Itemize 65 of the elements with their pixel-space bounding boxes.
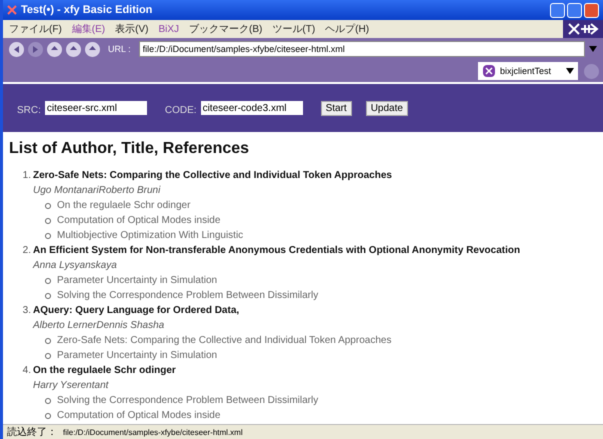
- profile-icon: [482, 64, 496, 78]
- src-label: SRC:: [17, 104, 41, 116]
- reference-text: On the regulaele Schr odinger: [57, 199, 190, 213]
- menu-item[interactable]: ヘルプ(H): [325, 22, 370, 36]
- entry-title: On the regulaele Schr odinger: [33, 364, 176, 378]
- entry-authors: Alberto LernerDennis Shasha: [33, 320, 164, 331]
- bullet-icon: [45, 218, 51, 224]
- status-label: 読込終了：: [7, 426, 57, 439]
- url-field[interactable]: file:/D:/iDocument/samples-xfybe/citeseer-html.xml: [138, 41, 585, 57]
- reference-text: Parameter Uncertainty in Simulation: [57, 274, 218, 288]
- back-button[interactable]: [9, 42, 24, 56]
- status-path: file:/D:/iDocument/samples-xfybe/citeseer-html.xml: [63, 428, 243, 436]
- entry-title: An Efficient System for Non-transferable Anonymous Credentials with Optional Anonymity Revocation: [33, 244, 520, 258]
- url-label: URL :: [108, 44, 131, 54]
- menu-item[interactable]: ブックマーク(B): [189, 22, 262, 36]
- up-button[interactable]: [47, 42, 62, 56]
- menu-item[interactable]: ツール(T): [272, 22, 316, 36]
- window-title: Test(•) - xfy Basic Edition: [21, 4, 152, 16]
- reference-text: Parameter Uncertainty in Simulation: [57, 349, 218, 363]
- home-button[interactable]: [85, 42, 100, 56]
- list-number: 4.: [22, 364, 31, 378]
- minimize-button[interactable]: [550, 2, 565, 18]
- reference-text: Computation of Optical Modes inside: [57, 409, 220, 423]
- bullet-icon: [45, 352, 51, 358]
- bullet-icon: [45, 292, 51, 298]
- maximize-button[interactable]: [567, 2, 582, 18]
- menu-item[interactable]: 編集(E): [72, 22, 106, 36]
- form-button[interactable]: Start: [320, 100, 352, 116]
- menu-item[interactable]: 表示(V): [115, 22, 148, 36]
- bullet-icon: [45, 278, 51, 284]
- code-field[interactable]: citeseer-code3.xml: [200, 101, 303, 115]
- forward-button[interactable]: [28, 42, 43, 56]
- dropdown-icon[interactable]: [589, 46, 597, 52]
- right-arrow-icon: [31, 44, 40, 54]
- reference-text: Computation of Optical Modes inside: [57, 214, 220, 228]
- caret-icon: [566, 68, 574, 74]
- menu-item[interactable]: BiXJ: [158, 24, 180, 34]
- bullet-icon: [45, 398, 51, 404]
- reference-text: Multiobjective Optimization With Linguistic: [57, 229, 244, 243]
- bullet-icon: [45, 412, 51, 418]
- list-number: 1.: [22, 169, 31, 183]
- bullet-icon: [45, 232, 51, 238]
- entry-authors: Harry Yserentant: [33, 380, 108, 391]
- left-arrow-icon: [12, 44, 21, 54]
- entry-authors: Ugo MontanariRoberto Bruni: [33, 185, 160, 196]
- code-label: CODE:: [164, 104, 197, 116]
- bullet-icon: [45, 338, 51, 344]
- entry-title: AQuery: Query Language for Ordered Data,: [33, 304, 240, 318]
- close-button[interactable]: [584, 2, 599, 18]
- entry-title: Zero-Safe Nets: Comparing the Collective and Individual Token Approaches: [33, 169, 392, 183]
- menu-item[interactable]: ファイル(F): [9, 22, 62, 36]
- page-heading: List of Author, Title, References: [9, 140, 250, 158]
- bullet-icon: [45, 202, 51, 208]
- reload-button[interactable]: [66, 42, 81, 56]
- logo-icon: [563, 20, 603, 38]
- entry-authors: Anna Lysyanskaya: [33, 260, 117, 271]
- src-field[interactable]: citeseer-src.xml: [44, 101, 147, 115]
- list-number: 3.: [22, 304, 31, 318]
- reference-text: Solving the Correspondence Problem Between Dissimilarly: [57, 394, 318, 408]
- app-icon: [7, 5, 17, 15]
- form-button[interactable]: Update: [366, 100, 408, 116]
- reference-text: Solving the Correspondence Problem Between Dissimilarly: [57, 289, 318, 303]
- profile-dropdown[interactable]: bixjclientTest: [478, 62, 578, 80]
- reference-text: Zero-Safe Nets: Comparing the Collective and Individual Token Approaches: [57, 334, 392, 348]
- list-number: 2.: [22, 244, 31, 258]
